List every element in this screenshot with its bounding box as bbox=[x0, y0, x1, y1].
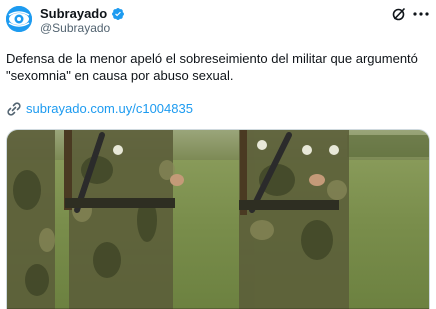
eye-logo-icon bbox=[6, 6, 32, 32]
author-display-name[interactable]: Subrayado bbox=[40, 6, 107, 21]
author-name-row: Subrayado bbox=[40, 6, 125, 21]
link-url[interactable]: subrayado.com.uy/c1004835 bbox=[26, 101, 193, 117]
tweet-card[interactable]: Subrayado @Subrayado Defensa de la menor… bbox=[0, 0, 436, 309]
tweet-link[interactable]: subrayado.com.uy/c1004835 bbox=[6, 101, 193, 117]
grok-icon[interactable] bbox=[391, 6, 407, 22]
author-avatar[interactable] bbox=[6, 6, 32, 32]
link-icon bbox=[6, 101, 22, 117]
tweet-text: Defensa de la menor apeló el sobreseimie… bbox=[6, 51, 418, 83]
author-handle[interactable]: @Subrayado bbox=[40, 21, 110, 35]
verified-badge-icon bbox=[111, 7, 125, 21]
more-options-icon[interactable] bbox=[412, 6, 430, 22]
tweet-media-image[interactable] bbox=[6, 129, 430, 309]
soldiers-marching-photo bbox=[7, 130, 429, 309]
